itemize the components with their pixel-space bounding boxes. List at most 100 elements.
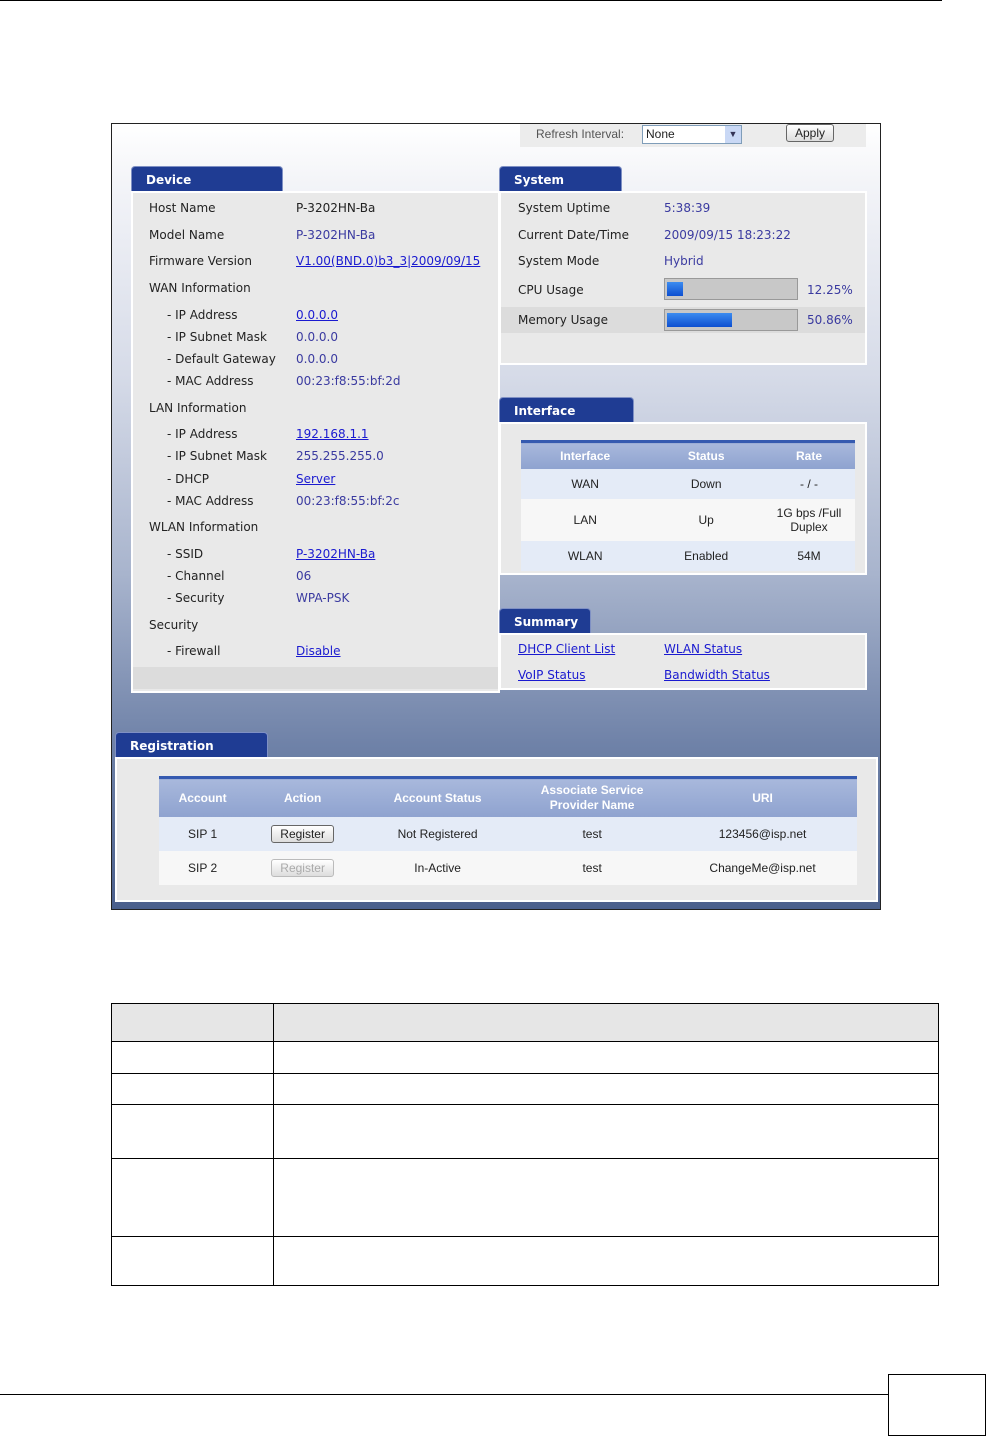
wlan-channel-value: 06: [296, 569, 312, 583]
wan-mac-label: - MAC Address: [167, 374, 254, 388]
table-row: [111, 1104, 939, 1159]
bandwidth-status-link[interactable]: Bandwidth Status: [664, 664, 770, 686]
table-row: LAN Up 1G bps /Full Duplex: [521, 499, 855, 541]
rate-cell: 1G bps /Full Duplex: [763, 499, 855, 541]
description-cell: [111, 1073, 274, 1105]
account-cell: SIP 1: [159, 817, 247, 851]
memory-usage-fill: [667, 313, 732, 327]
table-row: [111, 1158, 939, 1237]
lan-dhcp-link[interactable]: Server: [296, 468, 335, 490]
tab-summary: Summary: [499, 608, 591, 633]
page-number-box: [888, 1374, 986, 1436]
lan-mask-value: 255.255.255.0: [296, 449, 384, 463]
account-col-header: Account: [159, 776, 247, 817]
firmware-label: Firmware Version: [149, 254, 252, 268]
interface-table: Interface Status Rate WAN Down - / - LAN…: [521, 440, 855, 571]
wlan-ssid-label: - SSID: [167, 547, 204, 561]
tab-registration-status: Registration Status: [115, 732, 268, 779]
rate-col-header: Rate: [763, 440, 855, 469]
lan-info-title: LAN Information: [149, 401, 247, 415]
uptime-label: System Uptime: [518, 201, 611, 215]
interface-header-row: Interface Status Rate: [521, 440, 855, 469]
table-row: [111, 1041, 939, 1074]
wan-mac-value: 00:23:f8:55:bf:2d: [296, 374, 401, 388]
router-status-screenshot: Refresh Interval: None ▼ Apply Device In…: [111, 123, 881, 910]
register-button[interactable]: Register: [271, 825, 334, 843]
cpu-value: 12.25%: [807, 283, 853, 297]
uri-col-header: URI: [668, 776, 857, 817]
tab-system-status: System Status: [499, 166, 622, 213]
wlan-status-link[interactable]: WLAN Status: [664, 638, 742, 660]
datetime-value: 2009/09/15 18:23:22: [664, 228, 791, 242]
description-cell: [273, 1041, 939, 1074]
refresh-interval-label: Refresh Interval:: [536, 127, 625, 141]
description-cell: [273, 1104, 939, 1159]
system-mode-value: Hybrid: [664, 254, 704, 268]
interface-cell: WAN: [521, 469, 650, 499]
provider-col-header: Associate Service Provider Name: [516, 776, 669, 817]
status-cell: Up: [649, 499, 763, 541]
description-cell: [273, 1236, 939, 1286]
description-cell: [273, 1158, 939, 1237]
model-name-label: Model Name: [149, 228, 225, 242]
cpu-usage-fill: [667, 282, 683, 296]
refresh-interval-value: None: [646, 127, 675, 141]
system-status-panel: System Uptime 5:38:39 Current Date/Time …: [499, 191, 867, 365]
uri-cell: 123456@isp.net: [668, 817, 857, 851]
wan-mask-value: 0.0.0.0: [296, 330, 338, 344]
security-title: Security: [149, 618, 199, 632]
uptime-value: 5:38:39: [664, 201, 711, 215]
interface-col-header: Interface: [521, 440, 650, 469]
register-button-disabled: Register: [271, 859, 334, 877]
registration-status-panel: Account Action Account Status Associate …: [115, 757, 878, 902]
memory-label: Memory Usage: [518, 313, 609, 327]
action-cell: Register: [246, 817, 360, 851]
wlan-channel-label: - Channel: [167, 569, 225, 583]
wan-ip-link[interactable]: 0.0.0.0: [296, 304, 338, 326]
description-cell: [111, 1236, 274, 1286]
firewall-link[interactable]: Disable: [296, 640, 341, 662]
wan-info-title: WAN Information: [149, 281, 251, 295]
lan-mask-label: - IP Subnet Mask: [167, 449, 267, 463]
firewall-label: - Firewall: [167, 644, 221, 658]
description-header-cell: [111, 1003, 274, 1042]
wlan-info-title: WLAN Information: [149, 520, 259, 534]
cpu-usage-bar: [664, 278, 798, 300]
lan-mac-value: 00:23:f8:55:bf:2c: [296, 494, 400, 508]
wlan-ssid-link[interactable]: P-3202HN-Ba: [296, 543, 375, 565]
refresh-bar: Refresh Interval: None ▼ Apply: [520, 124, 866, 147]
lan-ip-link[interactable]: 192.168.1.1: [296, 423, 369, 445]
description-table: [111, 1003, 939, 1286]
interface-cell: WLAN: [521, 541, 650, 571]
device-information-panel: Host Name P-3202HN-Ba Model Name P-3202H…: [131, 191, 500, 693]
provider-cell: test: [516, 817, 669, 851]
host-name-value: P-3202HN-Ba: [296, 201, 376, 215]
account-cell: SIP 2: [159, 851, 247, 885]
table-row: [111, 1073, 939, 1105]
memory-usage-bar: [664, 309, 798, 331]
interface-status-panel: Interface Status Rate WAN Down - / - LAN…: [499, 422, 867, 575]
system-mode-label: System Mode: [518, 254, 600, 268]
table-row: SIP 1 Register Not Registered test 12345…: [159, 817, 857, 851]
provider-cell: test: [516, 851, 669, 885]
firmware-link[interactable]: V1.00(BND.0)b3_3|2009/09/15: [296, 250, 480, 272]
host-name-label: Host Name: [149, 201, 216, 215]
description-cell: [111, 1104, 274, 1159]
action-cell: Register: [246, 851, 360, 885]
datetime-label: Current Date/Time: [518, 228, 629, 242]
account-status-cell: Not Registered: [359, 817, 517, 851]
tab-device-information: Device Information: [131, 166, 283, 213]
memory-value: 50.86%: [807, 313, 853, 327]
description-cell: [111, 1041, 274, 1074]
voip-status-link[interactable]: VoIP Status: [518, 664, 585, 686]
apply-button[interactable]: Apply: [786, 124, 835, 142]
status-cell: Down: [649, 469, 763, 499]
refresh-interval-select[interactable]: None ▼: [642, 125, 742, 144]
lan-ip-label: - IP Address: [167, 427, 238, 441]
wan-gateway-label: - Default Gateway: [167, 352, 276, 366]
device-panel-footer: [133, 667, 498, 689]
table-row: [111, 1236, 939, 1286]
dhcp-client-list-link[interactable]: DHCP Client List: [518, 638, 615, 660]
action-col-header: Action: [246, 776, 360, 817]
registration-table: Account Action Account Status Associate …: [159, 776, 857, 885]
